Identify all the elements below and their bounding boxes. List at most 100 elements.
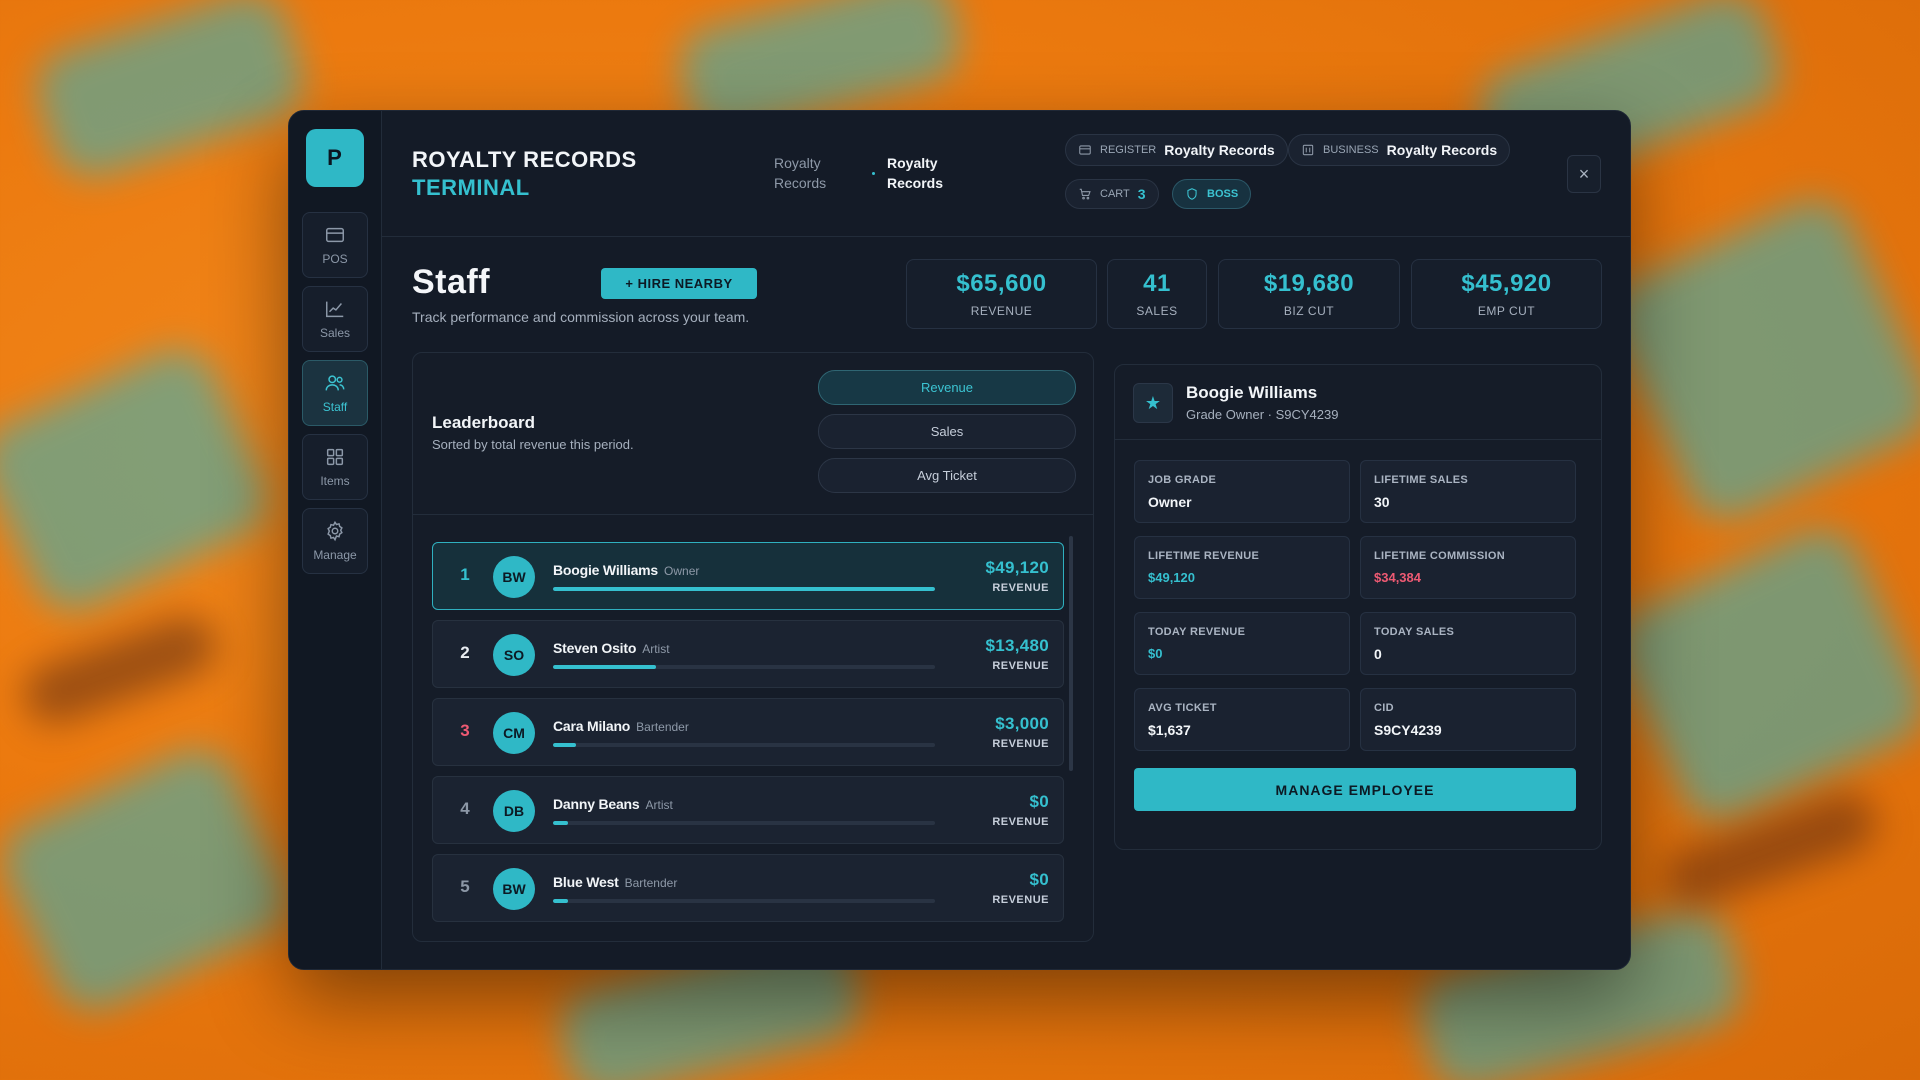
employee-name-text: Blue West [553,874,619,890]
rank-number: 2 [460,643,470,662]
employee-role: Artist [645,798,673,812]
app-logo: P [306,129,364,187]
leaderboard-row[interactable]: 3 CM Cara Milano Bartender $3,000 REVENUE [432,698,1064,766]
field-value: 0 [1374,646,1382,662]
leaderboard-row[interactable]: 1 BW Boogie Williams Owner $49,120 REVENU… [432,542,1064,610]
sort-avg-ticket-button[interactable]: Avg Ticket [818,458,1076,493]
employee-role: Artist [642,642,670,656]
sidebar-item-items[interactable]: Items [302,434,368,500]
revenue-label: REVENUE [992,894,1049,906]
employee-detail-name: Boogie Williams [1186,383,1318,402]
progress-fill [553,743,576,747]
sidebar-item-label: Manage [313,548,357,562]
leaderboard-title: Leaderboard [432,413,535,432]
field-label: TODAY REVENUE [1148,626,1246,638]
cart-pill[interactable]: CART 3 [1065,179,1159,209]
sidebar-item-manage[interactable]: Manage [302,508,368,574]
stat-label: SALES [1136,304,1178,318]
building-icon [1302,144,1314,156]
field-lifetime-commission: LIFETIME COMMISSION $34,384 [1360,536,1576,599]
business-pill[interactable]: BUSINESS Royalty Records [1288,134,1511,166]
stat-value: $19,680 [1263,270,1355,297]
stat-revenue: $65,600 REVENUE [906,259,1097,329]
breadcrumb-current[interactable]: Royalty Records [887,153,957,193]
field-value: $34,384 [1374,570,1421,585]
sidebar-item-label: POS [322,252,348,266]
stat-biz-cut: $19,680 BIZ CUT [1218,259,1400,329]
employee-detail-subtitle: Grade Owner · S9CY4239 [1186,407,1339,422]
employee-name: Cara Milano Bartender [553,718,689,734]
page-title: Staff [412,263,491,301]
sidebar-item-staff[interactable]: Staff [302,360,368,426]
stat-emp-cut: $45,920 EMP CUT [1411,259,1602,329]
close-button[interactable]: × [1567,155,1601,193]
sidebar-item-label: Sales [319,326,351,340]
avatar: BW [493,868,535,910]
field-value: $49,120 [1148,570,1195,585]
employee-name-text: Steven Osito [553,640,637,656]
rank-number: 1 [460,565,470,584]
gear-icon [327,520,343,542]
revenue-value: $13,480 [985,636,1049,655]
business-label: BUSINESS [1323,144,1379,156]
field-label: JOB GRADE [1148,474,1217,486]
revenue-progress-bar [553,899,935,903]
page-subtitle: Track performance and commission across … [412,309,750,325]
revenue-label: REVENUE [992,582,1049,594]
field-cid: CID S9CY4239 [1360,688,1576,751]
boss-badge[interactable]: BOSS [1172,179,1252,209]
revenue-value: $49,120 [985,558,1049,577]
leaderboard-scrollbar[interactable] [1069,536,1073,771]
rank-number: 4 [460,799,470,818]
field-label: AVG TICKET [1148,702,1217,714]
revenue-value: $3,000 [995,714,1049,733]
sort-sales-button[interactable]: Sales [818,414,1076,449]
register-label: REGISTER [1100,144,1157,156]
cart-count: 3 [1137,186,1146,202]
leaderboard-row[interactable]: 5 BW Blue West Bartender $0 REVENUE [432,854,1064,922]
rank-number: 5 [460,877,470,896]
card-icon [326,227,344,243]
stat-value: 41 [1143,270,1171,297]
manage-employee-button[interactable]: MANAGE EMPLOYEE [1134,768,1576,811]
register-pill[interactable]: REGISTER Royalty Records [1065,134,1288,166]
grid-icon [326,448,344,466]
revenue-progress-bar [553,821,935,825]
sidebar-item-label: Staff [322,400,348,414]
avatar: SO [493,634,535,676]
avatar: BW [493,556,535,598]
avatar: DB [493,790,535,832]
leaderboard-row[interactable]: 4 DB Danny Beans Artist $0 REVENUE [432,776,1064,844]
sort-revenue-button[interactable]: Revenue [818,370,1076,405]
sidebar-item-sales[interactable]: Sales [302,286,368,352]
employee-name-text: Cara Milano [553,718,631,734]
field-label: LIFETIME SALES [1374,474,1469,486]
field-value: $0 [1148,646,1163,661]
leaderboard-header: Leaderboard Sorted by total revenue this… [413,353,1093,515]
employee-name: Blue West Bartender [553,874,677,890]
revenue-label: REVENUE [992,816,1049,828]
employee-detail-header: ★ Boogie Williams Grade Owner · S9CY4239 [1115,365,1601,440]
stat-label: REVENUE [970,304,1033,318]
employee-role: Bartender [636,720,689,734]
field-label: LIFETIME COMMISSION [1374,550,1505,562]
revenue-label: REVENUE [992,660,1049,672]
revenue-progress-bar [553,587,935,591]
breadcrumb-separator [872,172,875,175]
employee-role: Bartender [624,876,678,890]
field-job-grade: JOB GRADE Owner [1134,460,1350,523]
employee-detail-panel: ★ Boogie Williams Grade Owner · S9CY4239… [1114,364,1602,850]
breadcrumb-item[interactable]: Royalty Records [774,153,844,193]
progress-fill [553,821,569,825]
employee-name: Boogie Williams Owner [553,562,699,578]
boss-label: BOSS [1207,188,1239,200]
field-lifetime-revenue: LIFETIME REVENUE $49,120 [1134,536,1350,599]
hire-nearby-button[interactable]: + HIRE NEARBY [601,268,757,299]
sidebar-item-pos[interactable]: POS [302,212,368,278]
stat-sales: 41 SALES [1107,259,1207,329]
rank-number: 3 [460,721,470,740]
revenue-value: $0 [1029,870,1049,889]
stat-label: BIZ CUT [1283,304,1335,318]
stat-value: $65,600 [956,270,1047,297]
leaderboard-row[interactable]: 2 SO Steven Osito Artist $13,480 REVENUE [432,620,1064,688]
